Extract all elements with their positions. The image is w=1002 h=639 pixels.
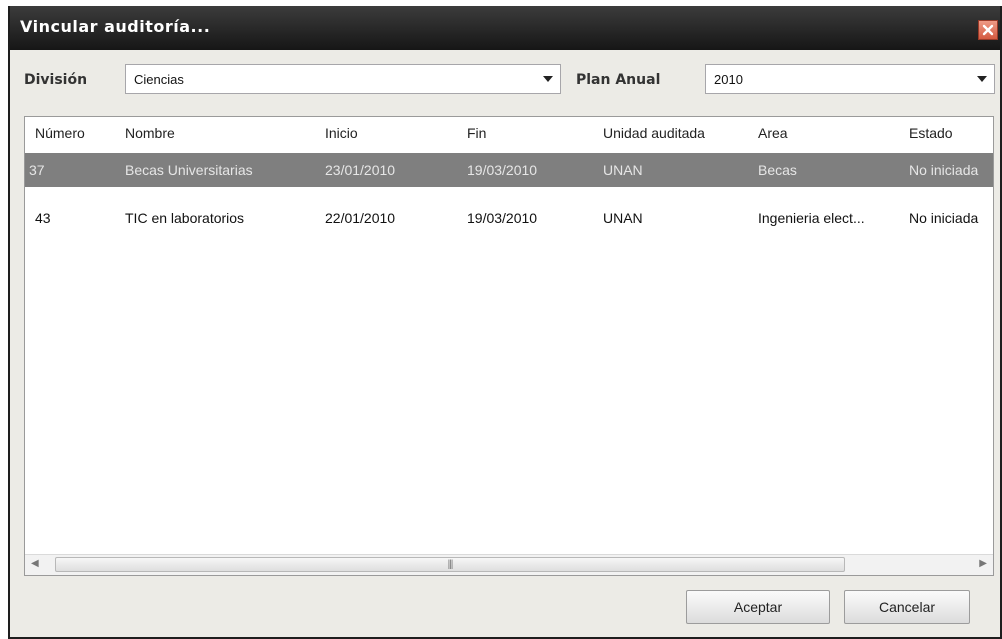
column-header-inicio[interactable]: Inicio	[325, 125, 358, 141]
division-label: División	[24, 72, 88, 88]
scroll-left-icon[interactable]: ◀	[31, 558, 39, 569]
cell-numero: 37	[29, 162, 45, 178]
cell-inicio: 22/01/2010	[325, 210, 396, 226]
cell-inicio: 23/01/2010	[325, 162, 396, 178]
cell-numero: 43	[35, 210, 51, 226]
cell-estado: No iniciada	[909, 210, 979, 226]
close-button[interactable]	[978, 20, 998, 40]
cell-nombre: TIC en laboratorios	[125, 210, 245, 226]
cell-area: Becas	[758, 162, 797, 178]
plan-anual-value: 2010	[714, 72, 743, 87]
column-header-fin[interactable]: Fin	[467, 125, 486, 141]
cell-unidad: UNAN	[603, 162, 643, 178]
cell-unidad: UNAN	[603, 210, 643, 226]
cell-fin: 19/03/2010	[467, 210, 538, 226]
cancelar-button[interactable]: Cancelar	[844, 590, 970, 624]
scroll-right-icon[interactable]: ▶	[979, 558, 987, 569]
column-header-estado[interactable]: Estado	[909, 125, 953, 141]
table-row[interactable]: 37 Becas Universitarias 23/01/2010 19/03…	[25, 153, 993, 187]
cell-area: Ingenieria elect...	[758, 210, 865, 226]
column-header-unidad[interactable]: Unidad auditada	[603, 125, 705, 141]
plan-anual-select[interactable]: 2010	[705, 64, 995, 94]
division-value: Ciencias	[134, 72, 184, 87]
cell-fin: 19/03/2010	[467, 162, 538, 178]
table-row[interactable]: 43 TIC en laboratorios 22/01/2010 19/03/…	[25, 201, 993, 235]
dropdown-arrow-icon[interactable]	[974, 72, 990, 86]
dropdown-arrow-icon[interactable]	[540, 72, 556, 86]
plan-anual-label: Plan Anual	[576, 72, 661, 88]
title-bar[interactable]: Vincular auditoría...	[10, 6, 1000, 50]
aceptar-button[interactable]: Aceptar	[686, 590, 830, 624]
division-select[interactable]: Ciencias	[125, 64, 561, 94]
auditorias-table: Número Nombre Inicio Fin Unidad auditada…	[24, 116, 994, 576]
column-header-area[interactable]: Area	[758, 125, 788, 141]
scrollbar-thumb[interactable]: |||	[55, 557, 845, 572]
cell-nombre: Becas Universitarias	[125, 162, 253, 178]
dialog-title: Vincular auditoría...	[20, 17, 211, 36]
grip-icon: |||	[447, 559, 454, 570]
dialog-window: Vincular auditoría... División Ciencias …	[8, 6, 1002, 639]
cell-estado: No iniciada	[909, 162, 979, 178]
column-header-nombre[interactable]: Nombre	[125, 125, 175, 141]
table-header: Número Nombre Inicio Fin Unidad auditada…	[25, 117, 993, 151]
close-icon	[982, 24, 994, 36]
horizontal-scrollbar[interactable]: ◀ ||| ▶	[25, 554, 993, 575]
column-header-numero[interactable]: Número	[35, 125, 85, 141]
